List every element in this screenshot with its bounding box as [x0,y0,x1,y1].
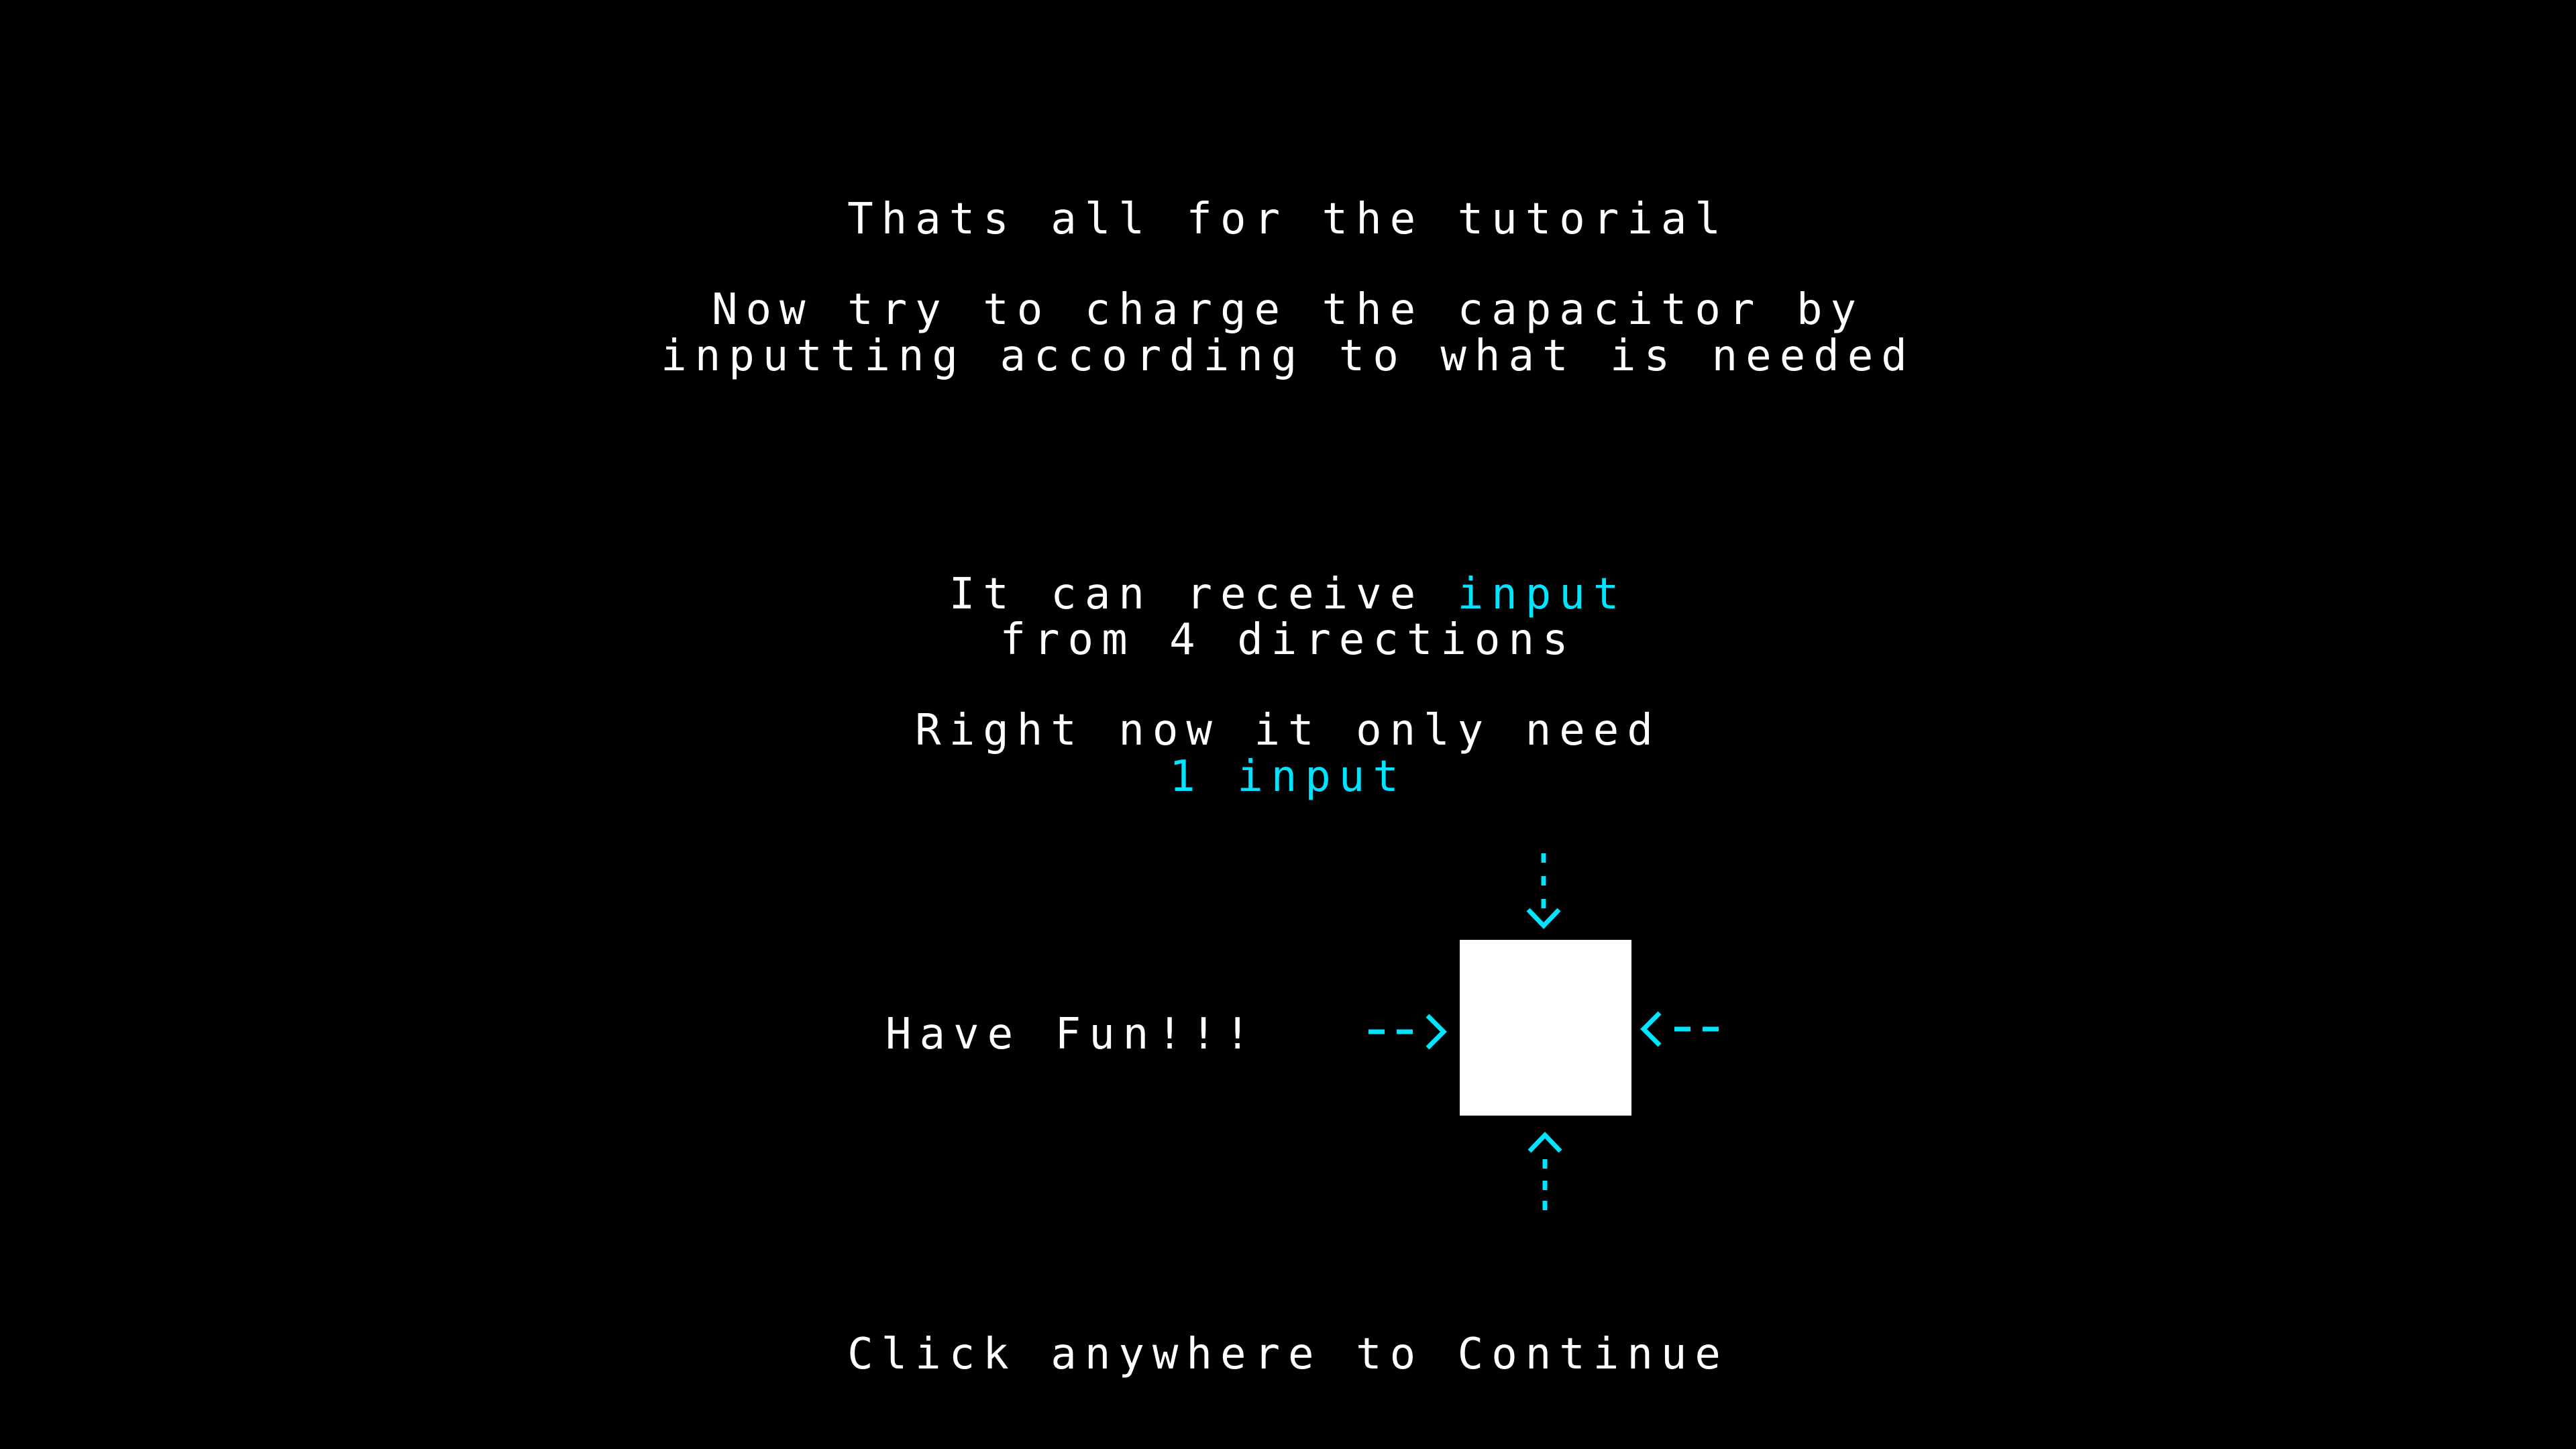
tutorial-screen[interactable]: Thats all for the tutorial Now try to ch… [0,0,2576,1449]
instruction-line-1: Now try to charge the capacitor by [711,285,1865,335]
arrow-down-icon [1524,853,1564,931]
arrow-up-icon [1525,1131,1566,1210]
continue-prompt[interactable]: Click anywhere to Continue [0,1332,2576,1377]
arrow-right-icon [1368,1012,1449,1052]
arrow-left-icon [1640,1009,1721,1049]
need-input-count: 1 input [1169,752,1407,802]
instruction-line-2: inputting according to what is needed [661,331,1915,381]
need-line: Right now it only need [915,706,1661,755]
capacitor-block [1460,940,1631,1116]
receive-input-line: It can receive input [0,572,2576,617]
receive-prefix: It can receive [949,570,1458,619]
tutorial-title: Thats all for the tutorial [847,195,1729,244]
have-fun-text: Have Fun!!! [885,1010,1258,1059]
receive-input-accent: input [1457,570,1627,619]
directions-line: from 4 directions [1000,615,1576,665]
